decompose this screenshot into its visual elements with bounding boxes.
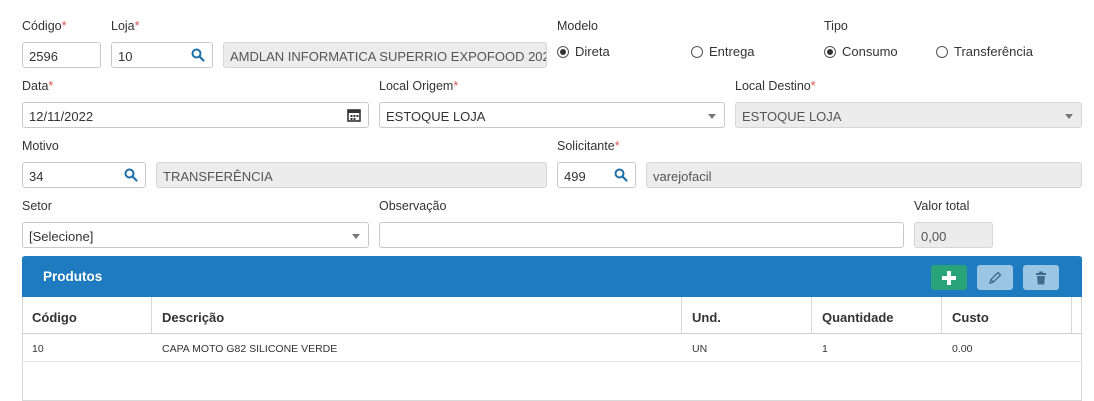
- trash-icon: [1036, 271, 1046, 284]
- modelo-label: Modelo: [557, 19, 598, 33]
- radio-label: Consumo: [842, 44, 898, 59]
- search-icon[interactable]: [191, 48, 205, 62]
- valor-total-value: 0,00: [921, 229, 947, 244]
- setor-select[interactable]: [Selecione]: [22, 222, 369, 248]
- codigo-value: 2596: [29, 49, 58, 64]
- plus-icon: [942, 270, 956, 285]
- modelo-radio-entrega[interactable]: Entrega: [691, 44, 755, 59]
- search-icon[interactable]: [124, 168, 138, 182]
- pencil-icon: [988, 271, 1002, 284]
- solicitante-name-value: varejofacil: [653, 169, 712, 184]
- loja-input[interactable]: 10: [111, 42, 213, 68]
- solicitante-input[interactable]: 499: [557, 162, 636, 188]
- col-header-und[interactable]: Und.: [682, 297, 812, 334]
- local-origem-value: ESTOQUE LOJA: [386, 109, 486, 124]
- local-destino-label: Local Destino*: [735, 79, 816, 93]
- radio-label: Direta: [575, 44, 610, 59]
- solicitante-name-field: varejofacil: [646, 162, 1082, 188]
- radio-label: Transferência: [954, 44, 1033, 59]
- produtos-title: Produtos: [43, 269, 103, 284]
- col-header-filler: [1072, 297, 1082, 334]
- modelo-radio-direta[interactable]: Direta: [557, 44, 610, 59]
- edit-product-button[interactable]: [977, 265, 1013, 290]
- search-icon[interactable]: [614, 168, 628, 182]
- radio-checked-icon: [824, 45, 836, 58]
- radio-unchecked-icon: [936, 45, 948, 58]
- data-label: Data*: [22, 79, 54, 93]
- chevron-down-icon: [1065, 114, 1073, 119]
- codigo-input[interactable]: 2596: [22, 42, 101, 68]
- calendar-icon[interactable]: [347, 108, 361, 122]
- tipo-radio-transferencia[interactable]: Transferência: [936, 44, 1033, 59]
- col-header-quantidade[interactable]: Quantidade: [812, 297, 942, 334]
- chevron-down-icon: [708, 114, 716, 119]
- add-product-button[interactable]: [931, 265, 967, 290]
- chevron-down-icon: [352, 234, 360, 239]
- loja-name-value: AMDLAN INFORMATICA SUPERRIO EXPOFOOD 202: [230, 49, 547, 64]
- motivo-name-field: TRANSFERÊNCIA: [156, 162, 547, 188]
- cell-descricao: CAPA MOTO G82 SILICONE VERDE: [152, 334, 682, 362]
- motivo-value: 34: [29, 169, 44, 184]
- radio-label: Entrega: [709, 44, 755, 59]
- data-value: 12/11/2022: [29, 109, 94, 124]
- cell-codigo: 10: [22, 334, 152, 362]
- radio-checked-icon: [557, 45, 569, 58]
- motivo-label: Motivo: [22, 139, 59, 153]
- setor-value: [Selecione]: [29, 229, 94, 244]
- cell-und: UN: [682, 334, 812, 362]
- local-destino-select: ESTOQUE LOJA: [735, 102, 1082, 128]
- solicitante-value: 499: [564, 169, 586, 184]
- delete-product-button[interactable]: [1023, 265, 1059, 290]
- col-header-descricao[interactable]: Descrição: [152, 297, 682, 334]
- tipo-label: Tipo: [824, 19, 848, 33]
- solicitante-label: Solicitante*: [557, 139, 620, 153]
- motivo-name-value: TRANSFERÊNCIA: [163, 169, 273, 184]
- loja-value: 10: [118, 49, 133, 64]
- col-header-codigo[interactable]: Código: [22, 297, 152, 334]
- observacao-label: Observação: [379, 199, 447, 213]
- radio-unchecked-icon: [691, 45, 703, 58]
- motivo-input[interactable]: 34: [22, 162, 146, 188]
- produtos-header: Produtos: [22, 256, 1082, 297]
- valor-total-field: 0,00: [914, 222, 993, 248]
- loja-label: Loja*: [111, 19, 140, 33]
- loja-name-field: AMDLAN INFORMATICA SUPERRIO EXPOFOOD 202: [223, 42, 547, 68]
- local-destino-value: ESTOQUE LOJA: [742, 109, 842, 124]
- codigo-label: Código*: [22, 19, 67, 33]
- cell-quantidade: 1: [812, 334, 942, 362]
- setor-label: Setor: [22, 199, 52, 213]
- col-header-custo[interactable]: Custo: [942, 297, 1072, 334]
- tipo-radio-consumo[interactable]: Consumo: [824, 44, 898, 59]
- data-input[interactable]: 12/11/2022: [22, 102, 369, 128]
- observacao-input[interactable]: [379, 222, 904, 248]
- local-origem-select[interactable]: ESTOQUE LOJA: [379, 102, 725, 128]
- cell-custo: 0.00: [942, 334, 1082, 362]
- local-origem-label: Local Origem*: [379, 79, 459, 93]
- valor-total-label: Valor total: [914, 199, 970, 213]
